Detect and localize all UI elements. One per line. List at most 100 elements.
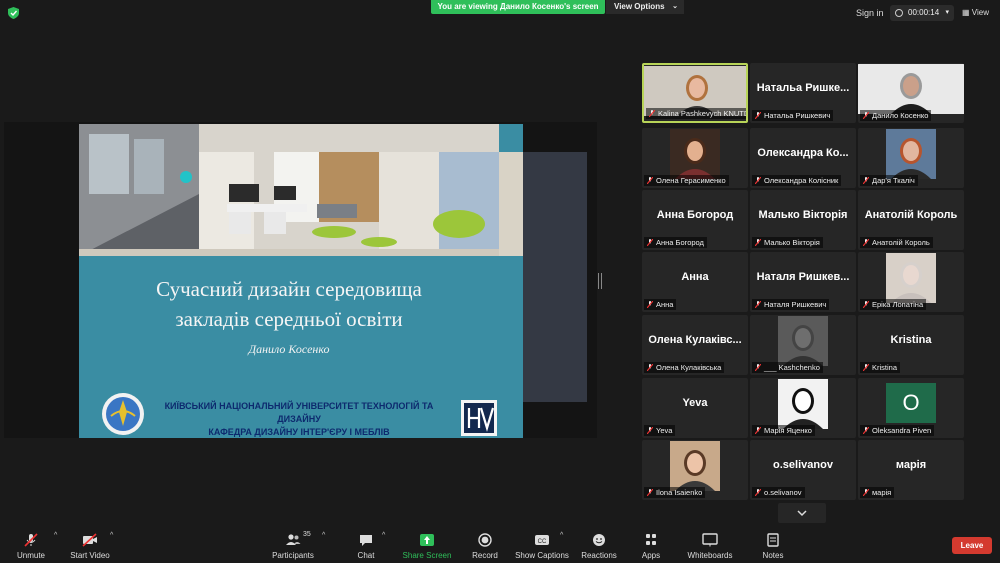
muted-microphone-icon: [647, 177, 653, 184]
participant-tile[interactable]: ___ Kashchenko: [750, 315, 856, 375]
participant-video: [778, 316, 828, 366]
university-name: КИЇВСЬКИЙ НАЦІОНАЛЬНИЙ УНІВЕРСИТЕТ ТЕХНО…: [149, 400, 449, 438]
participant-name-label: Дар'я Ткаліч: [860, 175, 918, 186]
participant-name-text: Олена Кулаківська: [656, 363, 722, 372]
participant-display-name: Натальа Ришке...: [756, 82, 850, 94]
muted-microphone-icon: [755, 489, 761, 496]
participant-tile[interactable]: марія марія: [858, 440, 964, 500]
participant-name-text: Наталя Ришкевич: [764, 300, 827, 309]
participant-tile[interactable]: Олена Герасименко: [642, 128, 748, 188]
participant-tile[interactable]: Kristina Kristina: [858, 315, 964, 375]
participant-name-label: Наталя Ришкевич: [752, 299, 830, 310]
security-shield-icon[interactable]: [8, 7, 19, 19]
notes-label: Notes: [762, 551, 784, 560]
participant-display-name: o.selivanov: [773, 459, 833, 471]
participant-tile[interactable]: Наталя Ришкев... Наталя Ришкевич: [750, 252, 856, 312]
participant-tile[interactable]: Ilona Isaienko: [642, 440, 748, 500]
participants-options-button[interactable]: ^: [322, 527, 332, 563]
participant-name-label: o.selivanov: [752, 487, 805, 498]
participant-tile[interactable]: Yeva Yeva: [642, 378, 748, 438]
whiteboards-label: Whiteboards: [687, 551, 733, 560]
participant-name-label: Натальа Ришкевич: [752, 110, 834, 121]
university-name-line-1: КИЇВСЬКИЙ НАЦІОНАЛЬНИЙ УНІВЕРСИТЕТ ТЕХНО…: [164, 401, 434, 424]
muted-microphone-icon: [647, 301, 653, 308]
participant-name-text: Малько Вікторія: [764, 238, 820, 247]
participant-tile[interactable]: Олена Кулаківс... Олена Кулаківська: [642, 315, 748, 375]
participant-tile[interactable]: Kalina Pashkevych KNUTD...: [642, 63, 748, 123]
record-button[interactable]: Record: [466, 527, 504, 563]
muted-microphone-icon: [863, 239, 869, 246]
participant-name-label: марія: [860, 487, 895, 498]
participant-tile[interactable]: o.selivanov o.selivanov: [750, 440, 856, 500]
notes-icon: [767, 533, 779, 547]
chat-label: Chat: [357, 551, 375, 560]
participant-name-label: Анатолій Король: [860, 237, 933, 248]
participant-display-name: марія: [895, 459, 927, 471]
share-screen-button[interactable]: Share Screen: [400, 527, 454, 563]
participant-tile[interactable]: Данило Косенко: [858, 63, 964, 123]
muted-microphone-icon: [863, 112, 869, 119]
participant-video: [670, 441, 720, 491]
participant-tile[interactable]: O Oleksandra Piven: [858, 378, 964, 438]
participant-display-name: Kristina: [890, 334, 932, 346]
leave-button[interactable]: Leave: [952, 537, 992, 554]
chat-button[interactable]: Chat: [350, 527, 382, 563]
participant-display-name: Yeva: [682, 397, 708, 409]
muted-microphone-icon: [755, 239, 761, 246]
start-video-label: Start Video: [70, 551, 110, 560]
muted-microphone-icon: [755, 112, 761, 119]
muted-microphone-icon: [863, 301, 869, 308]
participant-tile[interactable]: Дар'я Ткаліч: [858, 128, 964, 188]
participant-tile[interactable]: Олександра Ко... Олександра Колісник: [750, 128, 856, 188]
resize-splitter-handle[interactable]: [598, 273, 602, 289]
audio-options-button[interactable]: ^: [54, 527, 64, 563]
gallery-next-page-button[interactable]: [778, 503, 826, 523]
muted-microphone-icon: [647, 364, 653, 371]
whiteboards-button[interactable]: Whiteboards: [684, 527, 736, 563]
svg-text:CC: CC: [538, 539, 547, 545]
reactions-label: Reactions: [581, 551, 617, 560]
university-emblem-logo: [102, 393, 144, 435]
view-button[interactable]: ▦ View: [962, 8, 989, 17]
video-options-button[interactable]: ^: [110, 527, 120, 563]
participant-video: [886, 129, 936, 179]
captions-options-button[interactable]: ^: [560, 527, 570, 563]
view-options-button[interactable]: View Options ⌄: [606, 0, 684, 14]
participant-name-label: Олена Герасименко: [644, 175, 729, 186]
participant-tile[interactable]: Малько Вікторія Малько Вікторія: [750, 190, 856, 250]
chevron-up-icon: ^: [382, 532, 386, 539]
participant-tile[interactable]: Натальа Ришке... Натальа Ришкевич: [750, 63, 856, 123]
apps-button[interactable]: Apps: [636, 527, 666, 563]
viewing-screen-banner: You are viewing Данило Косенко's screen: [431, 0, 605, 14]
muted-microphone-icon: [863, 427, 869, 434]
chevron-down-icon: ⌄: [672, 3, 678, 10]
reactions-button[interactable]: Reactions: [580, 527, 618, 563]
meeting-timer[interactable]: 00:00:14 ▾: [890, 5, 954, 21]
participant-name-text: o.selivanov: [764, 488, 802, 497]
participant-name-label: Олена Кулаківська: [644, 362, 725, 373]
participant-tile[interactable]: Анна Богород Анна Богород: [642, 190, 748, 250]
participant-name-text: ___ Kashchenko: [764, 363, 820, 372]
participant-tile[interactable]: Марія Яценко: [750, 378, 856, 438]
participant-tile[interactable]: Анатолій Король Анатолій Король: [858, 190, 964, 250]
record-label: Record: [472, 551, 498, 560]
participant-name-text: Oleksandra Piven: [872, 426, 932, 435]
participant-name-label: Еріка Лопатіна: [860, 299, 927, 310]
participant-name-label: Анна Богород: [644, 237, 707, 248]
participants-button[interactable]: 35 Participants: [268, 527, 318, 563]
participant-name-label: Kalina Pashkevych KNUTD...: [646, 108, 746, 119]
notes-button[interactable]: Notes: [758, 527, 788, 563]
muted-microphone-icon: [755, 427, 761, 434]
closed-captions-icon: CC: [535, 535, 549, 545]
participant-tile[interactable]: Еріка Лопатіна: [858, 252, 964, 312]
participant-tile[interactable]: Анна Анна: [642, 252, 748, 312]
participant-name-text: Анатолій Король: [872, 238, 930, 247]
sign-in-button[interactable]: Sign in: [856, 8, 884, 18]
unmute-button[interactable]: Unmute: [8, 527, 54, 563]
slide-title-line-2: закладів середньої освіти: [175, 307, 403, 331]
start-video-button[interactable]: Start Video: [64, 527, 116, 563]
participant-video: [858, 64, 964, 114]
participant-name-text: Натальа Ришкевич: [764, 111, 831, 120]
muted-microphone-icon: [863, 489, 869, 496]
chat-options-button[interactable]: ^: [382, 527, 392, 563]
